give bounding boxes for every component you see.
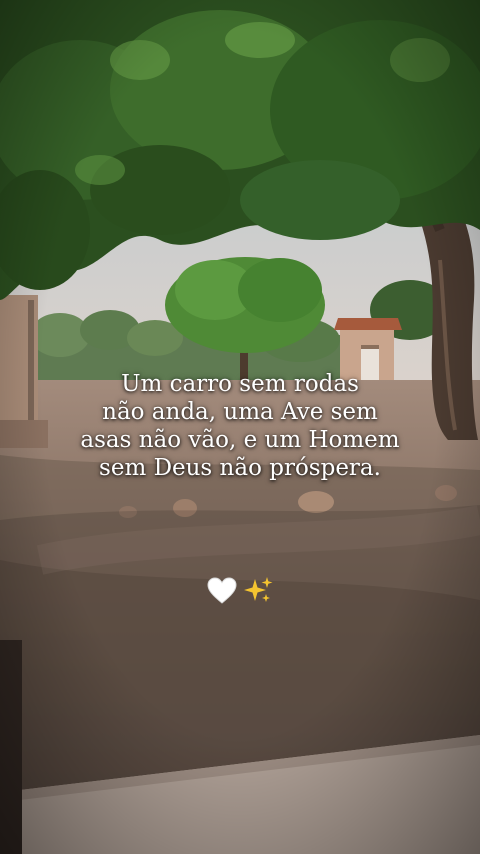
- quote-line: não anda, uma Ave sem: [102, 399, 378, 425]
- quote-line: sem Deus não próspera.: [99, 455, 381, 481]
- quote-line: asas não vão, e um Homem: [80, 427, 400, 453]
- white-heart-icon: [207, 577, 237, 604]
- quote-line: Um carro sem rodas: [121, 371, 359, 397]
- sparkles-icon: [244, 577, 273, 602]
- quote-text: Um carro sem rodas não anda, uma Ave sem…: [40, 370, 440, 482]
- emoji-row: [0, 574, 480, 608]
